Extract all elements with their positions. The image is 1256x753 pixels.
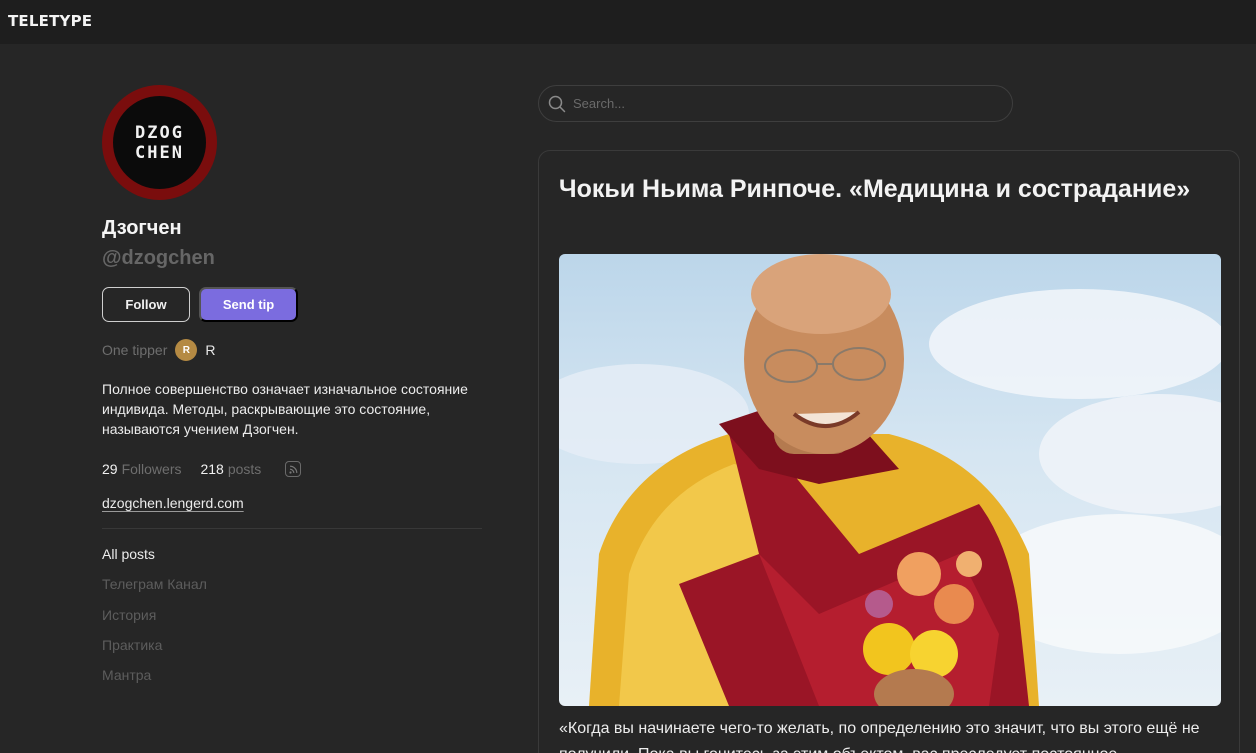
blog-name: Дзогчен bbox=[102, 217, 182, 239]
website-link[interactable]: dzogchen.lengerd.com bbox=[102, 495, 244, 511]
nav-item-telegram[interactable]: Телеграм Канал bbox=[102, 574, 207, 604]
follow-button[interactable]: Follow bbox=[102, 287, 190, 322]
search-bar[interactable] bbox=[538, 85, 1013, 122]
divider bbox=[102, 528, 482, 529]
nav-item-all-posts[interactable]: All posts bbox=[102, 544, 207, 574]
avatar-line-1: DZOG bbox=[135, 122, 184, 143]
rss-icon[interactable] bbox=[285, 461, 302, 477]
blog-handle: @dzogchen bbox=[102, 247, 215, 269]
category-nav: All posts Телеграм Канал История Практик… bbox=[102, 544, 207, 695]
avatar-image: DZOG CHEN bbox=[113, 96, 206, 189]
post-card[interactable]: Чокьи Ньима Ринпоче. «Медицина и сострад… bbox=[538, 150, 1240, 753]
blog-description: Полное совершенство означает изначальное… bbox=[102, 381, 468, 437]
posts-label: posts bbox=[227, 461, 262, 477]
nav-item-practice[interactable]: Практика bbox=[102, 635, 207, 665]
tippers-label: One tipper bbox=[102, 342, 168, 358]
tipper-avatar[interactable]: R bbox=[175, 339, 198, 361]
post-title[interactable]: Чокьи Ньима Ринпоче. «Медицина и сострад… bbox=[559, 171, 1199, 208]
tippers-row: One tipper R R bbox=[102, 339, 216, 361]
post-excerpt: «Когда вы начинаете чего-то желать, по о… bbox=[559, 720, 1200, 753]
blog-stats: 29 Followers 218 posts bbox=[102, 459, 302, 479]
nav-item-history[interactable]: История bbox=[102, 605, 207, 635]
search-icon bbox=[548, 95, 566, 112]
send-tip-button[interactable]: Send tip bbox=[199, 287, 298, 322]
tipper-name: R bbox=[205, 342, 216, 358]
teletype-logo[interactable]: TELETYPE bbox=[8, 12, 92, 30]
search-input[interactable] bbox=[573, 96, 993, 111]
post-cover-image[interactable] bbox=[559, 254, 1221, 706]
avatar-line-2: CHEN bbox=[135, 142, 184, 163]
top-bar: TELETYPE bbox=[0, 0, 1256, 44]
posts-count: 218 bbox=[200, 461, 224, 477]
nav-item-mantra[interactable]: Мантра bbox=[102, 665, 207, 695]
avatar[interactable]: DZOG CHEN bbox=[102, 85, 217, 200]
followers-label[interactable]: Followers bbox=[122, 461, 182, 477]
followers-count[interactable]: 29 bbox=[102, 461, 118, 477]
